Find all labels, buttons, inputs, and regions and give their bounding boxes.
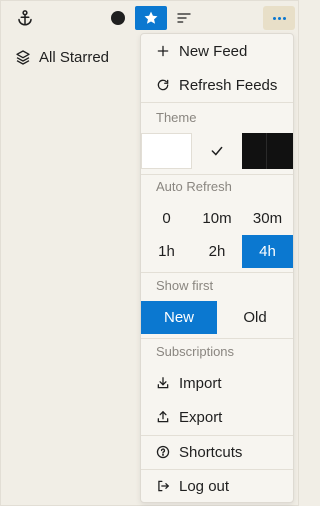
sidebar-item-label: All Starred bbox=[39, 48, 110, 66]
import-menu-item[interactable]: Import bbox=[141, 366, 293, 400]
new-feed-menu-item[interactable]: New Feed bbox=[141, 34, 293, 68]
refresh-feeds-menu-item[interactable]: Refresh Feeds bbox=[141, 68, 293, 102]
more-icon bbox=[272, 16, 276, 20]
refresh-icon bbox=[157, 79, 169, 91]
show-first-section-label: Show first bbox=[156, 278, 214, 293]
import-label: Import bbox=[179, 374, 222, 392]
check-icon bbox=[211, 146, 223, 156]
app-window: All Starred New Feed Refresh Feeds Theme… bbox=[0, 0, 299, 506]
divider bbox=[141, 102, 293, 103]
refresh-feeds-label: Refresh Feeds bbox=[179, 76, 278, 94]
new-feed-label: New Feed bbox=[179, 42, 248, 60]
more-button[interactable] bbox=[263, 6, 295, 30]
show-first-old[interactable]: Old bbox=[217, 301, 293, 334]
auto-refresh-option-30m[interactable]: 30m bbox=[242, 202, 293, 235]
divider bbox=[141, 338, 293, 339]
import-icon bbox=[157, 377, 169, 389]
shortcuts-label: Shortcuts bbox=[179, 443, 243, 461]
export-menu-item[interactable]: Export bbox=[141, 400, 293, 434]
divider bbox=[141, 174, 293, 175]
status-dot-icon[interactable] bbox=[111, 11, 125, 25]
log-out-icon bbox=[158, 480, 170, 492]
divider bbox=[141, 272, 293, 273]
layers-icon bbox=[16, 50, 30, 65]
star-icon bbox=[144, 11, 158, 24]
theme-light-swatch[interactable] bbox=[141, 133, 192, 169]
show-first-new[interactable]: New bbox=[141, 301, 217, 334]
auto-refresh-option-2h[interactable]: 2h bbox=[192, 235, 242, 268]
plus-icon bbox=[157, 45, 169, 57]
auto-refresh-option-10m[interactable]: 10m bbox=[192, 202, 242, 235]
log-out-label: Log out bbox=[179, 477, 230, 495]
export-icon bbox=[157, 410, 169, 423]
theme-system-swatch[interactable] bbox=[192, 133, 242, 169]
theme-dark-swatch[interactable] bbox=[242, 133, 293, 169]
log-out-menu-item[interactable]: Log out bbox=[141, 469, 293, 502]
shortcuts-menu-item[interactable]: Shortcuts bbox=[141, 435, 293, 469]
export-label: Export bbox=[179, 408, 223, 426]
settings-menu: New Feed Refresh Feeds Theme Auto Refres… bbox=[140, 33, 294, 503]
theme-picker bbox=[141, 133, 293, 169]
toolbar bbox=[1, 1, 300, 35]
list-icon[interactable] bbox=[172, 6, 196, 30]
auto-refresh-section-label: Auto Refresh bbox=[156, 179, 232, 194]
auto-refresh-option-4h[interactable]: 4h bbox=[242, 235, 293, 268]
theme-section-label: Theme bbox=[156, 110, 197, 125]
anchor-icon[interactable] bbox=[13, 6, 37, 30]
auto-refresh-option-1h[interactable]: 1h bbox=[141, 235, 192, 268]
help-circle-icon bbox=[156, 445, 170, 459]
subscriptions-section-label: Subscriptions bbox=[156, 344, 235, 359]
auto-refresh-option-0[interactable]: 0 bbox=[141, 202, 192, 235]
starred-button[interactable] bbox=[135, 6, 167, 30]
sidebar-item-all-starred[interactable]: All Starred bbox=[15, 45, 109, 69]
